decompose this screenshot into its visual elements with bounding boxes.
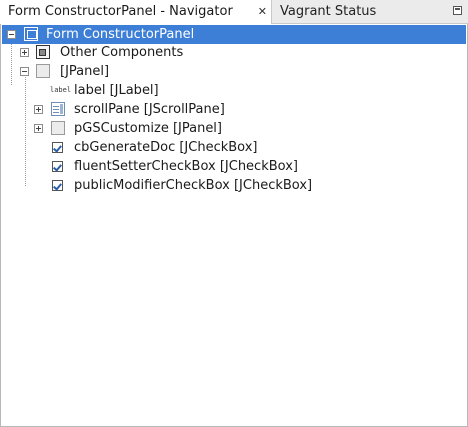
scrollpane-icon	[51, 102, 65, 116]
form-icon	[24, 27, 38, 41]
expand-icon[interactable]	[34, 124, 43, 133]
expand-icon[interactable]	[20, 48, 29, 57]
tree-node-label: [JPanel]	[60, 64, 110, 79]
collapse-icon[interactable]	[7, 30, 16, 39]
collapse-icon[interactable]	[20, 67, 29, 76]
tree-node-pgscustomize[interactable]: pGSCustomize [JPanel]	[1, 119, 467, 138]
tab-navigator[interactable]: Form ConstructorPanel - Navigator ✕	[0, 0, 272, 24]
tree-node-label: publicModifierCheckBox [JCheckBox]	[74, 178, 313, 193]
checkbox-icon	[52, 180, 63, 191]
tree-node-other-components[interactable]: Other Components	[1, 43, 467, 62]
tab-vagrant-status[interactable]: Vagrant Status	[272, 0, 392, 24]
tree-node-label: cbGenerateDoc [JCheckBox]	[74, 140, 258, 155]
tree-node-label-jlabel[interactable]: label label [JLabel]	[1, 81, 467, 100]
other-components-icon	[36, 45, 50, 59]
tree-node-fluentsettercheckbox[interactable]: fluentSetterCheckBox [JCheckBox]	[1, 157, 467, 176]
tree-node-label: Other Components	[60, 45, 184, 60]
minimize-window-icon[interactable]	[453, 6, 462, 15]
expand-icon[interactable]	[34, 105, 43, 114]
navigator-panel: Form ConstructorPanel Other Components […	[0, 24, 468, 427]
tree-node-cbgeneratedoc[interactable]: cbGenerateDoc [JCheckBox]	[1, 138, 467, 157]
panel-icon	[36, 64, 50, 78]
tree-node-form-root[interactable]: Form ConstructorPanel	[2, 25, 466, 44]
tab-bar: Form ConstructorPanel - Navigator ✕ Vagr…	[0, 0, 468, 24]
tree-node-label: fluentSetterCheckBox [JCheckBox]	[74, 159, 298, 174]
tree-node-label: pGSCustomize [JPanel]	[74, 121, 222, 136]
tab-navigator-label: Form ConstructorPanel - Navigator	[8, 4, 233, 19]
tree-node-label: label [JLabel]	[74, 83, 159, 98]
tab-vagrant-status-label: Vagrant Status	[280, 4, 377, 19]
label-icon: label	[50, 86, 72, 94]
tree-node-label: scrollPane [JScrollPane]	[74, 102, 225, 117]
close-icon[interactable]: ✕	[258, 0, 267, 24]
checkbox-icon	[52, 142, 63, 153]
checkbox-icon	[52, 161, 63, 172]
tree-node-label: Form ConstructorPanel	[46, 27, 195, 42]
panel-icon	[51, 121, 65, 135]
tree-node-publicmodifiercheckbox[interactable]: publicModifierCheckBox [JCheckBox]	[1, 176, 467, 195]
tree-node-jpanel[interactable]: [JPanel]	[1, 62, 467, 81]
tree-node-scrollpane[interactable]: scrollPane [JScrollPane]	[1, 100, 467, 119]
